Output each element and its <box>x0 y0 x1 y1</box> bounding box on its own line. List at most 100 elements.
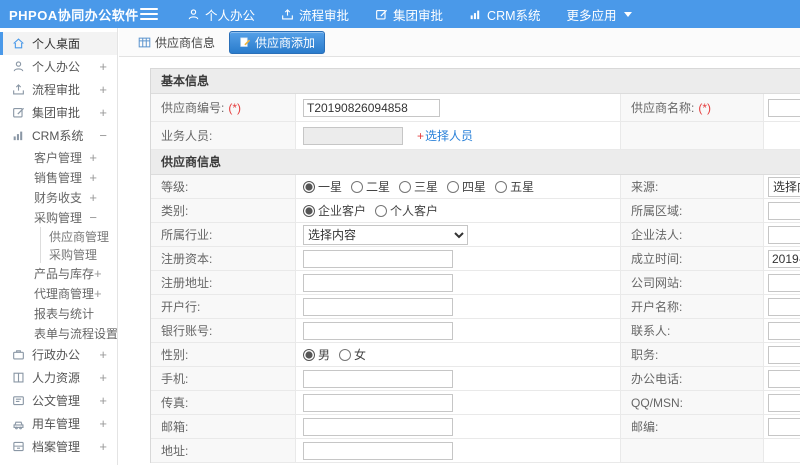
level-radio-input-3[interactable] <box>447 180 460 193</box>
expand-plus-icon[interactable]: + <box>89 151 97 164</box>
supplier-name-input[interactable] <box>768 98 800 117</box>
gender-radio-0[interactable]: 男 <box>303 346 330 363</box>
sidebar-item-product-inventory[interactable]: 产品与库存 + <box>0 263 117 283</box>
sidebar-item-supplier-mgmt[interactable]: 供应商管理 <box>41 227 117 245</box>
qq-msn-input[interactable] <box>768 393 800 412</box>
expand-plus-icon[interactable]: + <box>94 267 102 280</box>
chart-icon <box>12 129 25 142</box>
sidebar-item-customer-mgmt[interactable]: 客户管理 + <box>0 147 117 167</box>
expand-plus-icon[interactable]: + <box>99 106 107 119</box>
account-name-input[interactable] <box>768 297 800 316</box>
category-radio-input-0[interactable] <box>303 204 315 217</box>
category-radio-0[interactable]: 企业客户 <box>303 202 366 219</box>
expand-plus-icon[interactable]: + <box>99 348 107 361</box>
region-input[interactable] <box>768 201 800 220</box>
address-input[interactable] <box>303 441 453 460</box>
business-personnel-input[interactable] <box>303 126 403 145</box>
gender-radio-input-1[interactable] <box>339 348 352 361</box>
sidebar-item-group-approval[interactable]: 集团审批 + <box>0 101 117 124</box>
legal-person-input[interactable] <box>768 225 800 244</box>
bank-branch-label: 开户行: <box>151 295 296 318</box>
expand-plus-icon[interactable]: + <box>89 191 97 204</box>
sidebar-item-document-mgmt[interactable]: 公文管理 + <box>0 389 117 412</box>
menu-toggle-icon[interactable] <box>140 8 158 20</box>
collapse-minus-icon[interactable]: − <box>99 129 107 142</box>
sidebar-item-purchasing-mgmt[interactable]: 采购管理 <box>41 245 117 263</box>
nav-item-personal-office[interactable]: 个人办公 <box>174 0 268 28</box>
level-radio-input-4[interactable] <box>495 180 508 193</box>
bank-branch-input[interactable] <box>303 297 453 316</box>
sidebar-item-label: 客户管理 <box>34 150 83 165</box>
level-radio-input-1[interactable] <box>351 180 364 193</box>
level-radio-3[interactable]: 四星 <box>447 178 486 195</box>
tab-supplier-add[interactable]: 供应商添加 <box>229 30 326 54</box>
sidebar-item-personal-office[interactable]: 个人办公 + <box>0 55 117 78</box>
form-row: 手机: 办公电话: <box>151 367 800 391</box>
sidebar-item-human-resources[interactable]: 人力资源 + <box>0 366 117 389</box>
expand-plus-icon[interactable]: + <box>99 371 107 384</box>
gender-radio-1[interactable]: 女 <box>339 346 366 363</box>
label-text: 注册资本: <box>161 252 213 266</box>
fax-input[interactable] <box>303 393 453 412</box>
collapse-minus-icon[interactable]: − <box>89 211 97 224</box>
sidebar-item-admin-office[interactable]: 行政办公 + <box>0 343 117 366</box>
level-radio-1[interactable]: 二星 <box>351 178 390 195</box>
sidebar-item-personal-desktop[interactable]: 个人桌面 <box>0 32 117 55</box>
required-marker: (*) <box>698 100 712 115</box>
nav-item-group-approval[interactable]: 集团审批 <box>362 0 456 28</box>
expand-plus-icon[interactable]: + <box>99 440 107 453</box>
tab-supplier-info[interactable]: 供应商信息 <box>132 31 221 54</box>
app-logo: PHPOA协同办公软件 <box>9 7 139 23</box>
level-radio-input-0[interactable] <box>303 180 315 193</box>
sidebar-item-finance-income-expense[interactable]: 财务收支 + <box>0 187 117 207</box>
nav-item-workflow-approval[interactable]: 流程审批 <box>268 0 362 28</box>
category-label: 类别: <box>151 199 296 222</box>
registered-address-input[interactable] <box>303 273 453 292</box>
business-personnel-pick-link[interactable]: 选择人员 <box>425 127 473 144</box>
company-website-input[interactable] <box>768 273 800 292</box>
source-select[interactable]: 选择内容 <box>768 176 800 197</box>
established-date-input[interactable] <box>768 249 800 268</box>
sidebar-item-vehicle-mgmt[interactable]: 用车管理 + <box>0 412 117 435</box>
category-radio-1[interactable]: 个人客户 <box>375 202 438 219</box>
sidebar-item-form-workflow-settings[interactable]: 表单与流程设置+ <box>0 323 117 343</box>
expand-plus-icon[interactable]: + <box>99 83 107 96</box>
sidebar-item-workflow-approval[interactable]: 流程审批 + <box>0 78 117 101</box>
sidebar-item-archive-mgmt[interactable]: 档案管理 + <box>0 435 117 458</box>
form-row: 银行账号: 联系人: <box>151 319 800 343</box>
level-radio-0[interactable]: 一星 <box>303 178 342 195</box>
gender-radio-input-0[interactable] <box>303 348 315 361</box>
registered-capital-input[interactable] <box>303 249 453 268</box>
nav-item-more-apps[interactable]: 更多应用 <box>554 0 645 28</box>
supplier-code-input[interactable] <box>303 98 440 117</box>
level-radio-4[interactable]: 五星 <box>495 178 534 195</box>
level-radio-input-2[interactable] <box>399 180 412 193</box>
sidebar-item-label: 采购管理 <box>49 247 98 262</box>
contact-person-input[interactable] <box>768 321 800 340</box>
category-radio-input-1[interactable] <box>375 204 388 217</box>
bank-account-input[interactable] <box>303 321 453 340</box>
level-radio-2[interactable]: 三星 <box>399 178 438 195</box>
sidebar-item-label: 采购管理 <box>34 210 83 225</box>
sidebar-item-crm-system[interactable]: CRM系统 − <box>0 124 117 147</box>
nav-item-crm-system[interactable]: CRM系统 <box>456 0 553 28</box>
sidebar-item-sales-mgmt[interactable]: 销售管理 + <box>0 167 117 187</box>
postal-code-input[interactable] <box>768 417 800 436</box>
email-input[interactable] <box>303 417 453 436</box>
expand-plus-icon[interactable]: + <box>99 417 107 430</box>
expand-plus-icon[interactable]: + <box>89 171 97 184</box>
office-phone-input[interactable] <box>768 369 800 388</box>
label-text: 地址: <box>161 444 189 458</box>
expand-plus-icon[interactable]: + <box>94 287 102 300</box>
user-icon <box>12 60 25 73</box>
expand-plus-icon[interactable]: + <box>99 394 107 407</box>
sidebar-item-reports-stats[interactable]: 报表与统计 <box>0 303 117 323</box>
industry-select[interactable]: 选择内容 <box>303 224 468 245</box>
label-text: 业务人员: <box>161 129 213 143</box>
mobile-input[interactable] <box>303 369 453 388</box>
position-input[interactable] <box>768 345 800 364</box>
sidebar-item-purchase-mgmt[interactable]: 采购管理 − <box>0 207 117 227</box>
sidebar-item-agent-mgmt[interactable]: 代理商管理 + <box>0 283 117 303</box>
car-icon <box>12 417 25 430</box>
expand-plus-icon[interactable]: + <box>99 60 107 73</box>
